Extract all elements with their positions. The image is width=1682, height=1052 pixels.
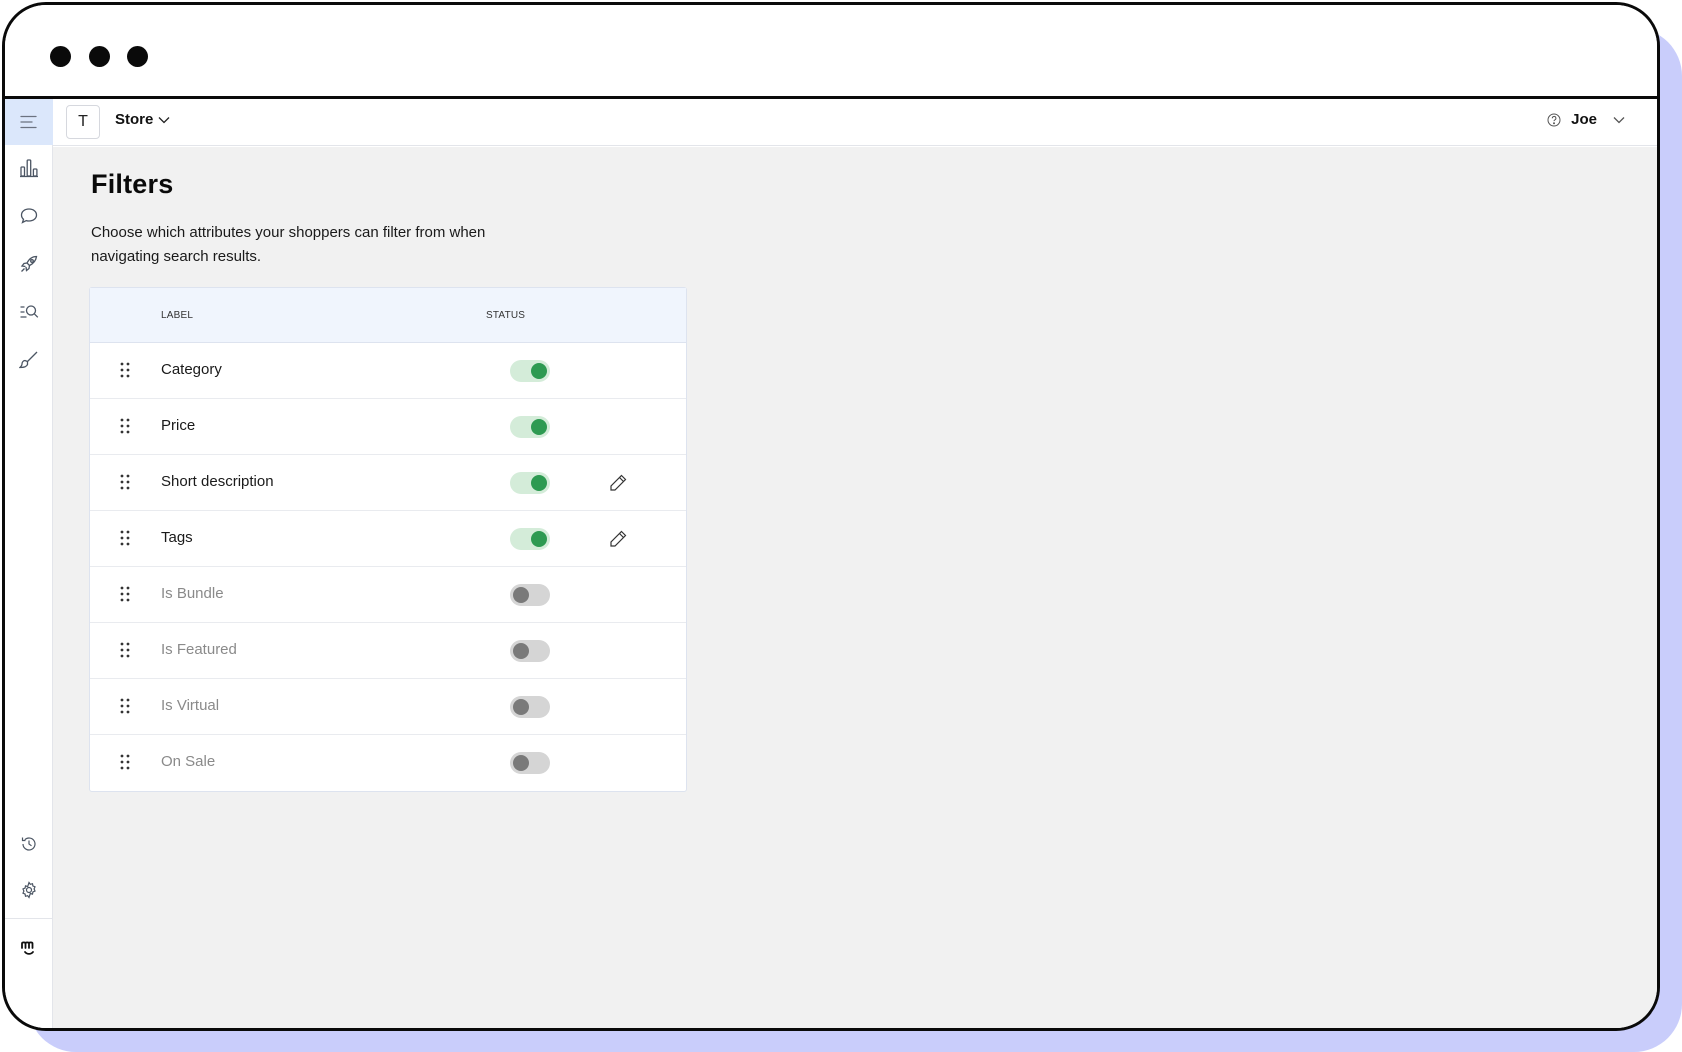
sidebar: [5, 99, 53, 1028]
status-toggle[interactable]: [510, 416, 550, 438]
app-header: T Store Joe: [53, 99, 1657, 146]
filter-label: Is Bundle: [161, 585, 224, 602]
table-row: Is Virtual: [90, 679, 686, 735]
filter-label: Price: [161, 417, 196, 434]
sidebar-item-history[interactable]: [5, 821, 53, 867]
toggle-knob: [513, 699, 529, 715]
filter-label: Tags: [161, 529, 193, 546]
sidebar-item-search[interactable]: [5, 289, 53, 335]
sidebar-divider: [5, 918, 53, 919]
sidebar-item-launch[interactable]: [5, 241, 53, 287]
browser-window: T Store Joe Filters Choose which attribu…: [2, 2, 1660, 1031]
filters-table: LABEL STATUS Category Price Short descript…: [89, 287, 687, 792]
sidebar-item-design[interactable]: [5, 337, 53, 383]
toggle-knob: [531, 419, 547, 435]
status-toggle[interactable]: [510, 360, 550, 382]
toggle-knob: [531, 475, 547, 491]
status-toggle[interactable]: [510, 472, 550, 494]
help-icon[interactable]: [1547, 113, 1561, 127]
table-header: LABEL STATUS: [90, 288, 686, 343]
status-toggle[interactable]: [510, 752, 550, 774]
menu-icon: [20, 115, 37, 129]
drag-handle-icon[interactable]: [120, 418, 130, 434]
status-toggle[interactable]: [510, 528, 550, 550]
toggle-knob: [531, 531, 547, 547]
window-minimize-dot[interactable]: [89, 46, 110, 67]
table-body: Category Price Short description Tags Is Bun…: [90, 343, 686, 791]
sidebar-item-settings[interactable]: [5, 867, 53, 913]
table-row: Category: [90, 343, 686, 399]
page-description: Choose which attributes your shoppers ca…: [91, 224, 486, 265]
drag-handle-icon[interactable]: [120, 530, 130, 546]
toggle-knob: [513, 755, 529, 771]
drag-handle-icon[interactable]: [120, 698, 130, 714]
column-header-label: LABEL: [161, 310, 194, 321]
column-header-status: STATUS: [486, 310, 526, 321]
filter-label: On Sale: [161, 753, 216, 770]
status-toggle[interactable]: [510, 584, 550, 606]
search-list-icon: [20, 305, 39, 318]
user-menu[interactable]: Joe: [1547, 111, 1625, 128]
chat-icon: [20, 208, 38, 224]
brush-icon: [19, 351, 38, 369]
filter-label: Is Virtual: [161, 697, 220, 714]
window-close-dot[interactable]: [50, 46, 71, 67]
sidebar-item-analytics[interactable]: [5, 145, 53, 191]
table-row: Price: [90, 399, 686, 455]
main-content: Filters Choose which attributes your sho…: [53, 147, 1657, 1028]
filter-label: Short description: [161, 473, 274, 490]
pencil-icon[interactable]: [608, 529, 628, 549]
store-selector[interactable]: Store: [115, 111, 170, 128]
drag-handle-icon[interactable]: [120, 362, 130, 378]
drag-handle-icon[interactable]: [120, 754, 130, 770]
pencil-icon[interactable]: [608, 473, 628, 493]
table-row: On Sale: [90, 735, 686, 791]
chevron-down-icon: [158, 116, 170, 123]
filter-label: Category: [161, 361, 222, 378]
table-row: Tags: [90, 511, 686, 567]
toggle-knob: [513, 587, 529, 603]
page-title: Filters: [91, 169, 174, 199]
sidebar-item-conversations[interactable]: [5, 193, 53, 239]
toggle-knob: [531, 363, 547, 379]
window-titlebar: [5, 5, 1657, 99]
filter-label: Is Featured: [161, 641, 237, 658]
rocket-icon: [20, 255, 38, 272]
window-maximize-dot[interactable]: [127, 46, 148, 67]
table-row: Is Bundle: [90, 567, 686, 623]
store-avatar[interactable]: T: [66, 105, 100, 139]
drag-handle-icon[interactable]: [120, 642, 130, 658]
toggle-knob: [513, 643, 529, 659]
user-name: Joe: [1571, 111, 1597, 128]
analytics-icon: [20, 159, 38, 178]
status-toggle[interactable]: [510, 640, 550, 662]
drag-handle-icon[interactable]: [120, 586, 130, 602]
store-selector-label: Store: [115, 111, 154, 128]
table-row: Short description: [90, 455, 686, 511]
status-toggle[interactable]: [510, 696, 550, 718]
sidebar-logo[interactable]: [5, 924, 53, 970]
sidebar-item-menu[interactable]: [5, 99, 53, 145]
table-row: Is Featured: [90, 623, 686, 679]
history-icon: [21, 837, 36, 851]
drag-handle-icon[interactable]: [120, 474, 130, 490]
logo-icon: [21, 941, 34, 955]
chevron-down-icon: [1613, 116, 1625, 123]
gear-icon: [22, 881, 36, 899]
